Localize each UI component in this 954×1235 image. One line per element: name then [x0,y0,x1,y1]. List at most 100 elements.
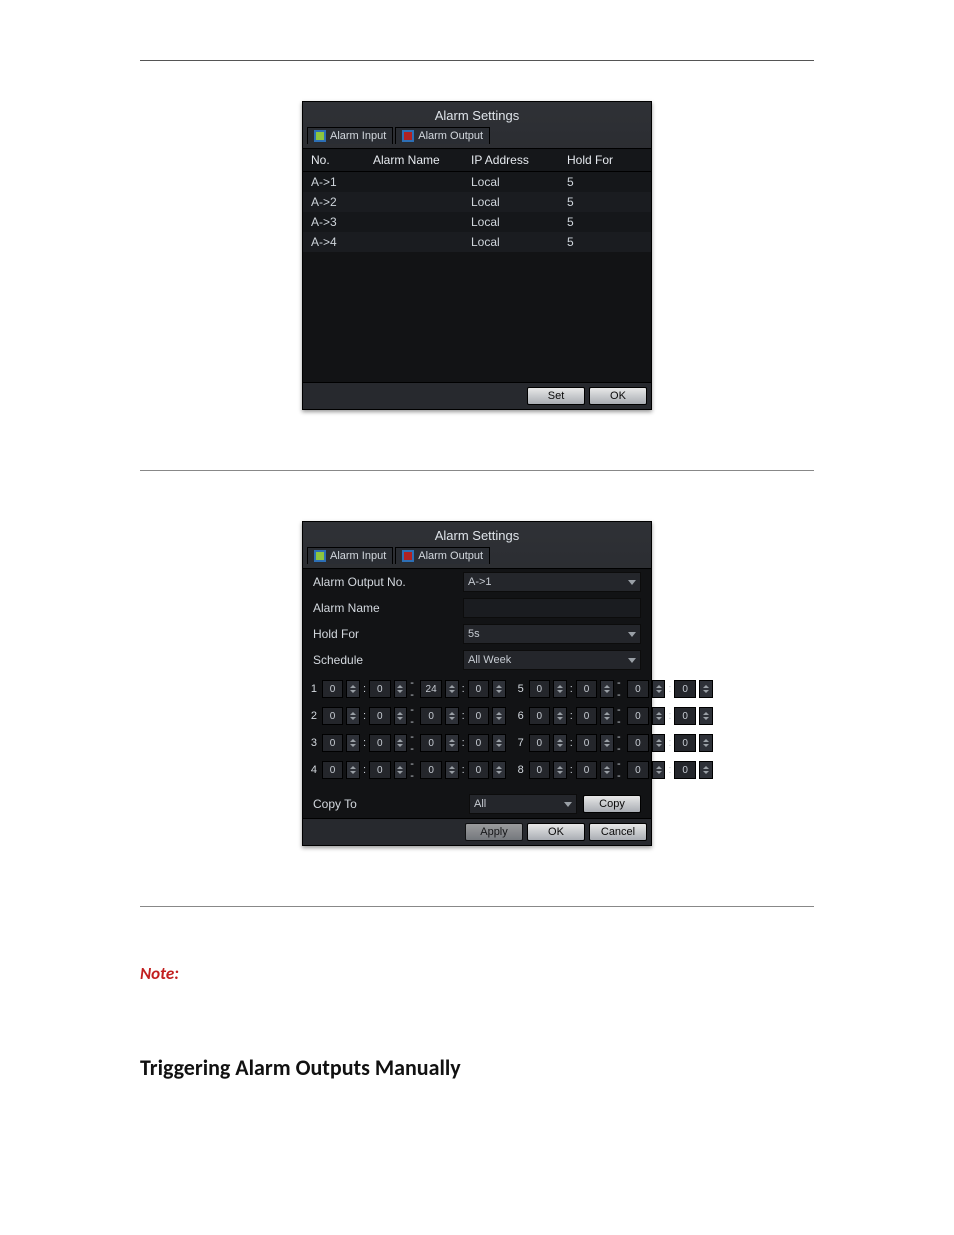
spin-buttons[interactable] [600,707,614,725]
time-spin-value: 0 [369,734,391,752]
time-spin-value: 0 [627,761,649,779]
label-output-no: Alarm Output No. [313,575,463,589]
spin-buttons[interactable] [346,734,360,752]
cell-hold: 5 [567,215,627,229]
cell-hold: 5 [567,195,627,209]
spin-buttons[interactable] [652,680,666,698]
spin-buttons[interactable] [394,707,408,725]
time-spin-value: 0 [322,680,344,698]
spin-buttons[interactable] [553,680,567,698]
tab-alarm-input[interactable]: Alarm Input [307,127,393,144]
spin-buttons[interactable] [553,707,567,725]
alarm-input-icon [314,550,326,562]
label-schedule: Schedule [313,653,463,667]
ok-button[interactable]: OK [589,387,647,405]
cell-no: A->2 [311,195,373,209]
col-ip: IP Address [471,153,567,167]
dialog-title: Alarm Settings [303,102,651,127]
schedule-slot: 50:0--0:0 [516,677,713,701]
input-alarm-name[interactable] [463,598,641,618]
select-output-no[interactable]: A->1 [463,572,641,592]
spin-buttons[interactable] [553,734,567,752]
label-hold-for: Hold For [313,627,463,641]
tab-alarm-output[interactable]: Alarm Output [395,547,490,564]
spin-buttons[interactable] [445,734,459,752]
spin-buttons[interactable] [445,707,459,725]
schedule-slot: 40:0--0:0 [309,758,506,782]
select-value: All Week [468,654,511,666]
spin-buttons[interactable] [492,761,506,779]
figure-divider-1 [140,470,814,471]
table-row[interactable]: A->2 Local5 [303,192,651,212]
schedule-slot: 70:0--0:0 [516,731,713,755]
select-hold-for[interactable]: 5s [463,624,641,644]
spin-buttons[interactable] [652,761,666,779]
spin-buttons[interactable] [600,734,614,752]
table-row[interactable]: A->1Local5 [303,172,651,192]
table-empty-area [303,252,651,382]
time-spin-value: 0 [576,734,598,752]
spin-buttons[interactable] [699,680,713,698]
time-spin-value: 0 [468,734,490,752]
spin-buttons[interactable] [445,761,459,779]
spin-buttons[interactable] [600,680,614,698]
select-copy-to[interactable]: All [469,794,577,814]
spin-buttons[interactable] [492,734,506,752]
spin-buttons[interactable] [652,707,666,725]
alarm-settings-dialog-list: Alarm Settings Alarm Input Alarm Output … [302,101,652,410]
dialog-body: Alarm Output No. A->1 Alarm Name Hold Fo… [303,568,651,818]
tab-strip: Alarm Input Alarm Output [303,127,651,148]
time-spin-value: 0 [369,761,391,779]
select-value: A->1 [468,576,492,588]
spin-buttons[interactable] [346,680,360,698]
spin-buttons[interactable] [492,680,506,698]
table-row[interactable]: A->4Local5 [303,232,651,252]
schedule-slot: 10:0--24:0 [309,677,506,701]
cell-no: A->4 [311,235,373,249]
slot-index: 1 [309,683,319,695]
spin-buttons[interactable] [600,761,614,779]
spin-buttons[interactable] [394,734,408,752]
tab-label: Alarm Input [330,130,386,142]
tab-alarm-input[interactable]: Alarm Input [307,547,393,564]
alarm-output-icon [402,130,414,142]
spin-buttons[interactable] [346,707,360,725]
schedule-slot: 20:0--0:0 [309,704,506,728]
time-spin-value: 0 [627,680,649,698]
copy-button[interactable]: Copy [583,795,641,813]
select-schedule[interactable]: All Week [463,650,641,670]
cell-no: A->3 [311,215,373,229]
tab-alarm-output[interactable]: Alarm Output [395,127,490,144]
col-no: No. [311,153,373,167]
slot-index: 7 [516,737,526,749]
ok-button[interactable]: OK [527,823,585,841]
copy-to-row: Copy To All Copy [303,790,651,818]
time-spin-value: 0 [674,707,696,725]
slot-index: 3 [309,737,319,749]
spin-buttons[interactable] [699,761,713,779]
col-name: Alarm Name [373,153,471,167]
alarm-settings-dialog-form: Alarm Settings Alarm Input Alarm Output … [302,521,652,846]
chevron-down-icon [564,802,572,807]
chevron-down-icon [628,580,636,585]
cell-name [373,235,471,249]
chevron-down-icon [628,632,636,637]
apply-button[interactable]: Apply [465,823,523,841]
set-button[interactable]: Set [527,387,585,405]
spin-buttons[interactable] [699,734,713,752]
time-spin-value: 0 [529,680,551,698]
spin-buttons[interactable] [553,761,567,779]
time-spin-value: 24 [420,680,442,698]
table-row[interactable]: A->3Local5 [303,212,651,232]
spin-buttons[interactable] [699,707,713,725]
spin-buttons[interactable] [445,680,459,698]
spin-buttons[interactable] [394,680,408,698]
spin-buttons[interactable] [492,707,506,725]
time-spin-value: 0 [322,707,344,725]
cancel-button[interactable]: Cancel [589,823,647,841]
cell-ip: Local [471,195,567,209]
time-spin-value: 0 [468,761,490,779]
spin-buttons[interactable] [394,761,408,779]
spin-buttons[interactable] [652,734,666,752]
spin-buttons[interactable] [346,761,360,779]
